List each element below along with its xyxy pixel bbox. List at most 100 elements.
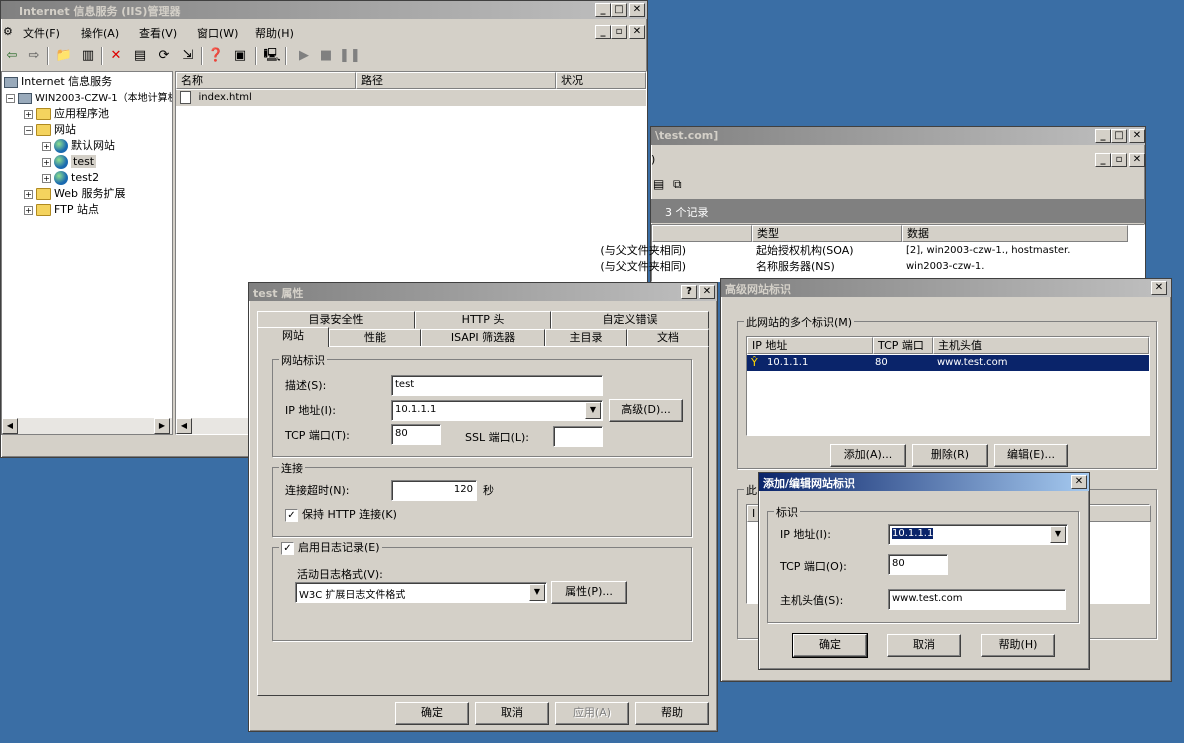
tree-web-ext[interactable]: + Web 服务扩展 [24, 186, 125, 202]
chevron-down-icon[interactable]: ▼ [1050, 526, 1066, 543]
tree-root[interactable]: Internet 信息服务 [4, 74, 112, 90]
chevron-down-icon[interactable]: ▼ [585, 402, 601, 419]
tab-isapi-filters[interactable]: ISAPI 筛选器 [421, 329, 545, 347]
tree-test2[interactable]: + test2 [42, 170, 99, 186]
pause-icon[interactable]: ❚❚ [339, 47, 361, 65]
dns-title-bar[interactable]: \test.com] [651, 127, 1145, 145]
dns-record-list[interactable]: 类型 数据 (与父文件夹相同) 起始授权机构(SOA) [2], win2003… [600, 224, 1145, 282]
help-icon[interactable]: ❓ [207, 47, 225, 65]
tree-ftp[interactable]: + FTP 站点 [24, 202, 99, 218]
start-icon[interactable]: ▶ [295, 47, 313, 65]
child-minimize-button[interactable]: _ [595, 25, 611, 39]
tree-app-pools[interactable]: + 应用程序池 [24, 106, 109, 122]
advanced-title-bar[interactable]: 高级网站标识 [721, 279, 1171, 297]
tree-hscroll[interactable]: ◀ ▶ [2, 418, 172, 434]
computer-icon[interactable]: 🖳 [263, 47, 281, 65]
close-button[interactable]: ✕ [1151, 281, 1167, 295]
delete-icon[interactable]: ✕ [107, 47, 125, 65]
ssl-port-input[interactable] [553, 426, 603, 447]
ok-button[interactable]: 确定 [395, 702, 469, 725]
scroll-right-icon[interactable]: ▶ [154, 418, 170, 434]
scroll-left-icon[interactable]: ◀ [2, 418, 18, 434]
column-header-path[interactable]: 路径 [356, 72, 556, 89]
refresh-icon[interactable]: ⟳ [155, 47, 173, 65]
tree-websites[interactable]: − 网站 [24, 122, 76, 138]
close-button[interactable]: ✕ [629, 3, 645, 17]
up-folder-icon[interactable]: 📁 [55, 47, 73, 65]
tree-pane[interactable]: Internet 信息服务 −WIN2003-CZW-1（本地计算机） +应用程… [1, 71, 173, 435]
help-button[interactable]: 帮助(H) [981, 634, 1055, 657]
menu-file[interactable]: 文件(F) [23, 25, 60, 41]
column-header-ip[interactable]: IP 地址 [747, 337, 873, 354]
tab-home-directory[interactable]: 主目录 [545, 329, 627, 347]
new-record-icon[interactable]: ▤ [653, 177, 664, 191]
column-header-port[interactable]: TCP 端口 [873, 337, 933, 354]
check-icon[interactable]: ✓ [285, 508, 298, 522]
column-header-type[interactable]: 类型 [752, 225, 902, 242]
apply-button[interactable]: 应用(A) [555, 702, 629, 725]
column-header-status[interactable]: 状况 [556, 72, 646, 89]
child-restore-button[interactable]: ▫ [1111, 153, 1127, 167]
minimize-button[interactable]: _ [595, 3, 611, 17]
close-button[interactable]: ✕ [1129, 129, 1145, 143]
child-close-button[interactable]: ✕ [1129, 153, 1145, 167]
collapse-icon[interactable]: − [24, 125, 33, 135]
expand-icon[interactable]: + [24, 205, 33, 215]
tab-custom-errors[interactable]: 自定义错误 [551, 311, 709, 329]
properties-icon[interactable]: ▤ [131, 47, 149, 65]
tab-http-headers[interactable]: HTTP 头 [415, 311, 551, 329]
child-restore-button[interactable]: ▫ [611, 25, 627, 39]
export-icon[interactable]: ⇲ [179, 47, 197, 65]
tree-default-site[interactable]: + 默认网站 [42, 138, 115, 154]
cancel-button[interactable]: 取消 [887, 634, 961, 657]
column-header-name[interactable]: 名称 [176, 72, 356, 89]
tree-server[interactable]: −WIN2003-CZW-1（本地计算机） [6, 90, 172, 106]
props-title-bar[interactable]: test 属性 [249, 283, 717, 301]
copy-icon[interactable]: ⧉ [673, 177, 682, 192]
remove-button[interactable]: 删除(R) [912, 444, 988, 467]
identity-list[interactable]: IP 地址 TCP 端口 主机头值 Ŷ 10.1.1.1 80 www.test… [746, 336, 1150, 436]
expand-icon[interactable]: + [24, 189, 33, 199]
tcp-port-input[interactable]: 80 [888, 554, 948, 575]
stop-icon[interactable]: ■ [317, 47, 335, 65]
timeout-input[interactable]: 120 [391, 480, 477, 501]
maximize-button[interactable]: □ [611, 3, 627, 17]
column-header-data[interactable]: 数据 [902, 225, 1128, 242]
edit-title-bar[interactable]: 添加/编辑网站标识 [759, 473, 1089, 491]
chevron-down-icon[interactable]: ▼ [529, 584, 545, 601]
desc-input[interactable]: test [391, 375, 603, 396]
ip-combo[interactable]: 10.1.1.1 ▼ [391, 400, 603, 421]
keepalive-checkbox[interactable]: ✓ 保持 HTTP 连接(K) [285, 506, 397, 522]
logging-checkbox[interactable]: ✓ 启用日志记录(E) [279, 539, 382, 555]
close-button[interactable]: ✕ [1071, 475, 1087, 489]
scroll-left-icon[interactable]: ◀ [176, 418, 192, 434]
maximize-button[interactable]: □ [1111, 129, 1127, 143]
tab-performance[interactable]: 性能 [329, 329, 421, 347]
back-icon[interactable]: ⇦ [3, 47, 21, 65]
host-header-input[interactable]: www.test.com [888, 589, 1066, 610]
close-button[interactable]: ✕ [699, 285, 715, 299]
ip-combo[interactable]: 10.1.1.1 ▼ [888, 524, 1068, 545]
help-button[interactable]: ? [681, 285, 697, 299]
expand-icon[interactable]: + [24, 109, 33, 119]
show-tree-icon[interactable]: ▥ [79, 47, 97, 65]
log-properties-button[interactable]: 属性(P)... [551, 581, 627, 604]
advanced-button[interactable]: 高级(D)... [609, 399, 683, 422]
file-row[interactable]: index.html [176, 90, 646, 106]
log-format-combo[interactable]: W3C 扩展日志文件格式 ▼ [295, 582, 547, 603]
expand-icon[interactable]: + [42, 141, 51, 151]
check-icon[interactable]: ✓ [281, 541, 294, 555]
minimize-button[interactable]: _ [1095, 129, 1111, 143]
cancel-button[interactable]: 取消 [475, 702, 549, 725]
edit-button[interactable]: 编辑(E)... [994, 444, 1068, 467]
child-minimize-button[interactable]: _ [1095, 153, 1111, 167]
column-header-name[interactable] [652, 225, 752, 242]
tab-documents[interactable]: 文档 [627, 329, 709, 347]
tree-test[interactable]: + test [42, 154, 97, 170]
menu-help[interactable]: 帮助(H) [255, 25, 294, 41]
menu-view[interactable]: 查看(V) [139, 25, 177, 41]
ok-button[interactable]: 确定 [792, 633, 868, 658]
tcp-port-input[interactable]: 80 [391, 424, 441, 445]
forward-icon[interactable]: ⇨ [25, 47, 43, 65]
dns-row[interactable]: (与父文件夹相同) 起始授权机构(SOA) [2], win2003-czw-1… [600, 243, 1142, 259]
